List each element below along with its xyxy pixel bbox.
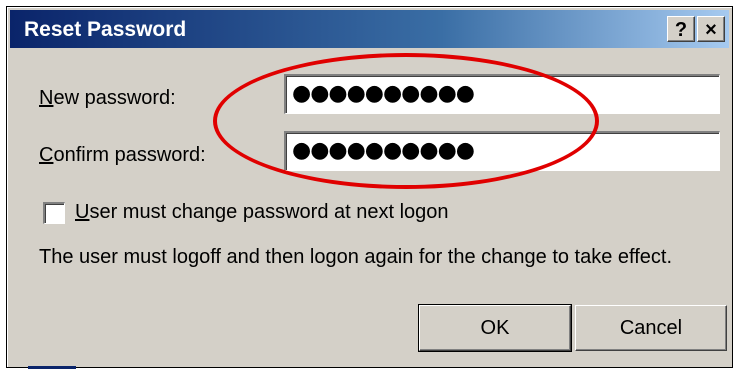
title-bar[interactable]: Reset Password ? ×	[10, 10, 729, 48]
ok-button[interactable]: OK	[418, 304, 572, 352]
cancel-button[interactable]: Cancel	[575, 305, 727, 351]
confirm-password-label: Confirm password:	[39, 144, 206, 166]
help-icon[interactable]: ?	[667, 16, 695, 42]
close-icon[interactable]: ×	[697, 16, 725, 42]
info-text: The user must logoff and then logon agai…	[39, 246, 673, 268]
background-edge	[28, 366, 76, 369]
reset-password-dialog: Reset Password ? × New password: ●●●●●●●…	[6, 6, 733, 368]
must-change-checkbox[interactable]	[43, 202, 65, 224]
confirm-password-field[interactable]: ●●●●●●●●●●	[284, 131, 720, 171]
new-password-label: New password:	[39, 87, 176, 109]
must-change-label[interactable]: User must change password at next logon	[75, 201, 449, 224]
new-password-field[interactable]: ●●●●●●●●●●	[284, 74, 720, 114]
dialog-title: Reset Password	[24, 18, 187, 41]
